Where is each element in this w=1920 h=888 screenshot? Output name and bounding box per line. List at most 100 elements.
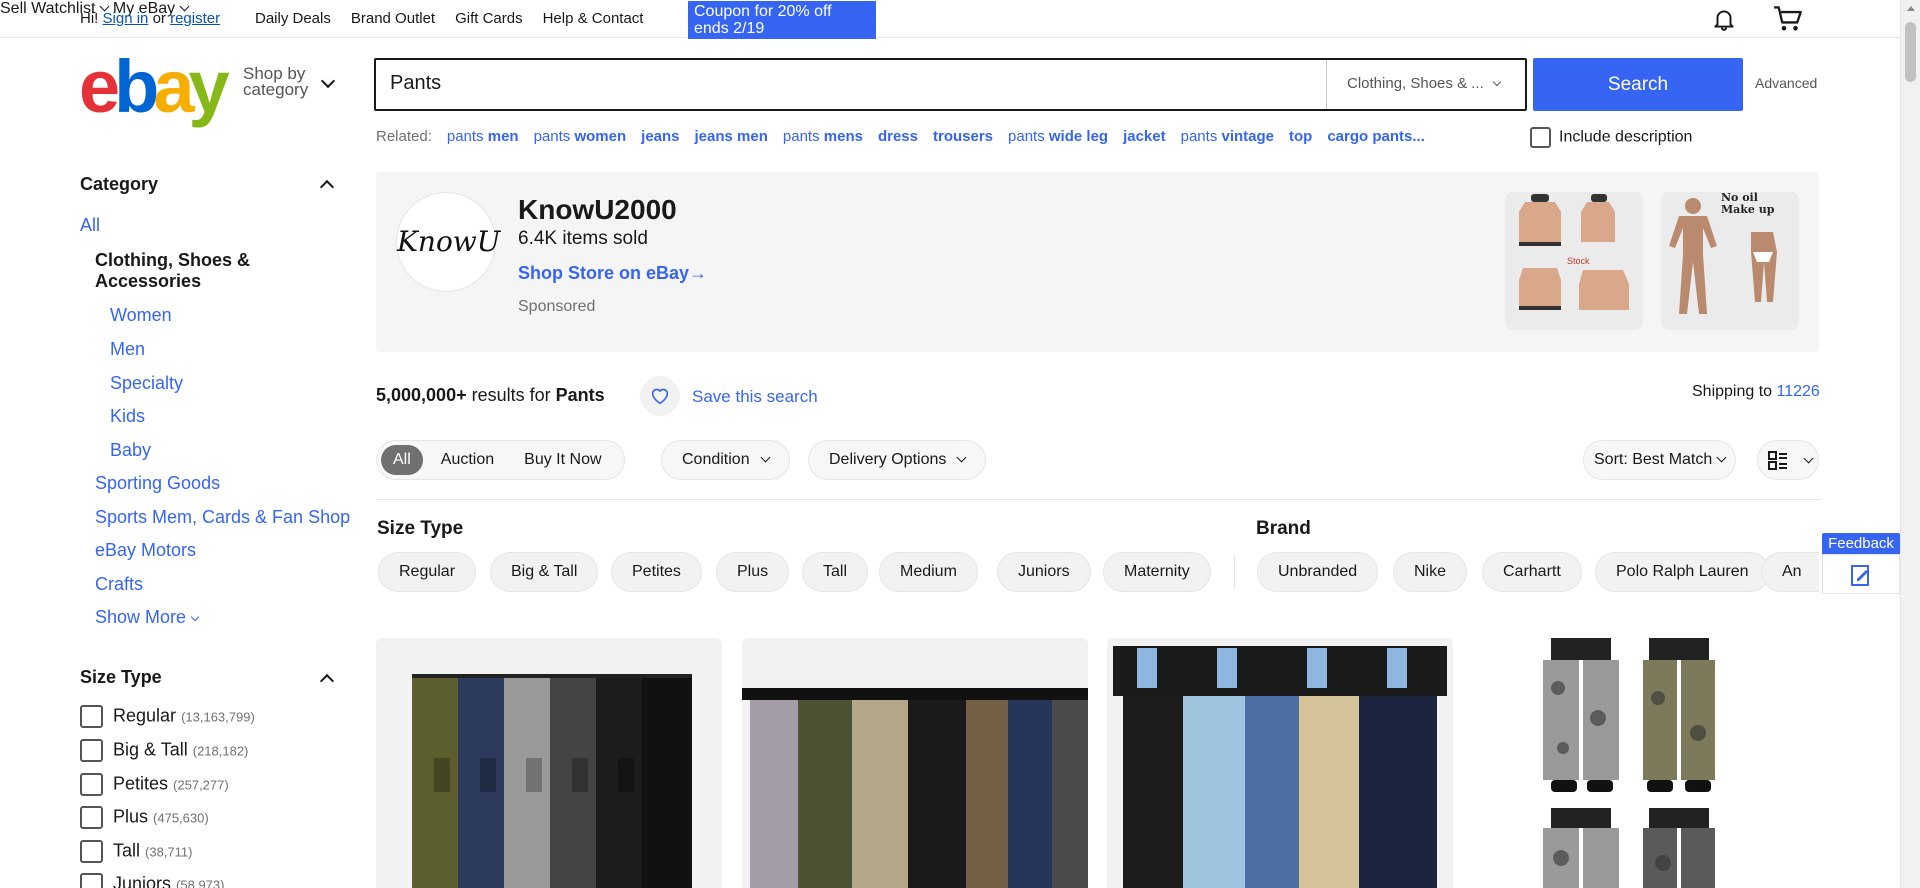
notification-bell-icon[interactable] <box>1711 6 1737 32</box>
subcategory-men[interactable]: Men <box>110 339 145 360</box>
category-select[interactable]: Clothing, Shoes & ... <box>1326 60 1527 109</box>
chip-brand-truncated[interactable]: An <box>1761 552 1819 592</box>
related-link[interactable]: pants women <box>534 128 627 145</box>
listing-type-tabs: All Auction Buy It Now <box>376 440 625 480</box>
checkbox[interactable] <box>1530 127 1551 148</box>
related-link[interactable]: pants men <box>447 128 519 145</box>
related-link[interactable]: jeans men <box>695 128 768 145</box>
store-logo[interactable]: KnowU <box>396 192 500 292</box>
heart-icon <box>651 388 669 405</box>
tab-auction[interactable]: Auction <box>429 445 506 475</box>
chip-nike[interactable]: Nike <box>1393 552 1468 592</box>
scrollbar-thumb[interactable] <box>1905 22 1916 82</box>
search-button[interactable]: Search <box>1533 58 1743 111</box>
delivery-options-filter[interactable]: Delivery Options <box>808 440 987 480</box>
brand-outlet-link[interactable]: Brand Outlet <box>351 10 435 27</box>
ad-product-image[interactable]: No oil Make up <box>1661 192 1799 330</box>
product-card-image[interactable] <box>742 638 1088 888</box>
view-toggle[interactable] <box>1757 440 1819 480</box>
search-input[interactable] <box>390 72 1290 95</box>
chip-medium[interactable]: Medium <box>879 552 978 592</box>
checkbox[interactable] <box>80 773 103 796</box>
size-filter-big-tall[interactable]: Big & Tall (218,182) <box>80 739 248 762</box>
size-type-heading[interactable]: Size Type <box>80 667 162 688</box>
feedback-widget[interactable]: Feedback <box>1822 533 1900 594</box>
size-filter-regular[interactable]: Regular (13,163,799) <box>80 705 255 728</box>
page-scrollbar[interactable] <box>1900 0 1920 888</box>
ad-product-image[interactable]: Stock <box>1505 192 1643 330</box>
sign-in-link[interactable]: Sign in <box>103 10 149 27</box>
chip-maternity[interactable]: Maternity <box>1103 552 1211 592</box>
ebay-logo[interactable]: ebay <box>79 50 230 124</box>
category-crafts[interactable]: Crafts <box>95 574 143 595</box>
size-filter-petites[interactable]: Petites (257,277) <box>80 773 229 796</box>
register-link[interactable]: register <box>170 10 220 27</box>
show-more-button[interactable]: Show More <box>95 607 200 628</box>
checkbox[interactable] <box>80 840 103 863</box>
category-heading[interactable]: Category <box>80 174 158 195</box>
related-link[interactable]: pants mens <box>783 128 863 145</box>
category-sports-mem[interactable]: Sports Mem, Cards & Fan Shop <box>95 507 350 528</box>
related-link[interactable]: jacket <box>1123 128 1166 145</box>
sort-dropdown[interactable]: Sort: Best Match <box>1583 440 1737 480</box>
chip-polo-ralph-lauren[interactable]: Polo Ralph Lauren <box>1595 552 1770 592</box>
save-search-link[interactable]: Save this search <box>692 387 818 407</box>
size-type-chips-heading: Size Type <box>377 518 464 539</box>
related-link[interactable]: jeans <box>641 128 679 145</box>
checkbox[interactable] <box>80 705 103 728</box>
chip-petites[interactable]: Petites <box>611 552 702 592</box>
brand-chips-heading: Brand <box>1256 518 1311 539</box>
chip-tall[interactable]: Tall <box>802 552 869 592</box>
subcategory-kids[interactable]: Kids <box>110 406 145 427</box>
category-sporting-goods[interactable]: Sporting Goods <box>95 473 220 494</box>
subcategory-specialty[interactable]: Specialty <box>110 373 183 394</box>
chip-unbranded[interactable]: Unbranded <box>1257 552 1379 592</box>
condition-filter[interactable]: Condition <box>661 440 790 480</box>
related-link[interactable]: pants vintage <box>1181 128 1274 145</box>
checkbox[interactable] <box>80 739 103 762</box>
chip-regular[interactable]: Regular <box>378 552 477 592</box>
tab-all[interactable]: All <box>381 445 423 475</box>
chevron-up-icon[interactable] <box>319 179 335 195</box>
shop-by-category-button[interactable]: Shop by category <box>243 65 308 98</box>
include-description-checkbox[interactable]: Include description <box>1530 127 1692 148</box>
size-filter-tall[interactable]: Tall (38,711) <box>80 840 193 863</box>
tab-buy-it-now[interactable]: Buy It Now <box>512 445 613 475</box>
checkbox[interactable] <box>80 806 103 829</box>
cart-icon[interactable] <box>1773 5 1803 33</box>
chevron-down-icon <box>190 612 200 622</box>
sell-link[interactable]: Sell <box>0 0 27 17</box>
category-all[interactable]: All <box>80 215 100 236</box>
chip-plus[interactable]: Plus <box>716 552 790 592</box>
related-link[interactable]: pants wide leg <box>1008 128 1108 145</box>
related-link[interactable]: top <box>1289 128 1312 145</box>
related-link[interactable]: dress <box>878 128 918 145</box>
size-filter-plus[interactable]: Plus (475,630) <box>80 806 209 829</box>
chevron-down-icon[interactable] <box>320 73 336 89</box>
save-search-button[interactable] <box>640 376 680 416</box>
subcategory-baby[interactable]: Baby <box>110 440 151 461</box>
scroll-up-icon[interactable] <box>1907 6 1915 11</box>
product-card-image[interactable] <box>376 638 722 888</box>
chip-big-tall[interactable]: Big & Tall <box>490 552 599 592</box>
subcategory-women[interactable]: Women <box>110 305 172 326</box>
store-name[interactable]: KnowU2000 <box>518 194 677 226</box>
shop-store-link[interactable]: Shop Store on eBay→ <box>518 263 707 284</box>
daily-deals-link[interactable]: Daily Deals <box>255 10 331 27</box>
category-ebay-motors[interactable]: eBay Motors <box>95 540 196 561</box>
checkbox[interactable] <box>80 873 103 888</box>
gift-cards-link[interactable]: Gift Cards <box>455 10 523 27</box>
help-contact-link[interactable]: Help & Contact <box>543 10 644 27</box>
product-card-image[interactable] <box>1107 638 1453 888</box>
chip-juniors[interactable]: Juniors <box>997 552 1091 592</box>
related-link[interactable]: trousers <box>933 128 993 145</box>
advanced-search-link[interactable]: Advanced <box>1755 75 1817 91</box>
zip-code-link[interactable]: 11226 <box>1777 383 1820 400</box>
coupon-banner[interactable]: Coupon for 20% off ends 2/19 <box>688 1 876 39</box>
related-link[interactable]: cargo pants... <box>1327 128 1425 145</box>
chevron-up-icon[interactable] <box>319 673 335 689</box>
size-filter-juniors[interactable]: Juniors (58,973) <box>80 873 224 888</box>
product-card-image[interactable] <box>1473 638 1819 888</box>
chip-carhartt[interactable]: Carhartt <box>1482 552 1582 592</box>
sponsored-store-banner[interactable]: KnowU KnowU2000 6.4K items sold Shop Sto… <box>376 172 1819 352</box>
